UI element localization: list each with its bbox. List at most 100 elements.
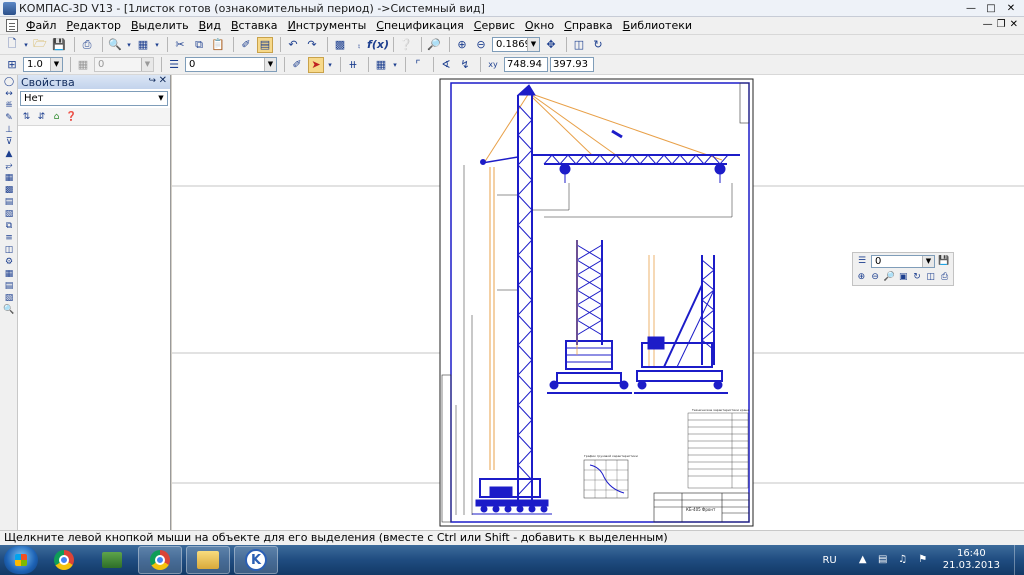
geometry-icon[interactable]: ◯ — [3, 77, 15, 87]
sort-category-icon[interactable]: ⇵ — [35, 110, 48, 123]
manager-library-icon[interactable]: ▩ — [332, 37, 348, 53]
zoom-out-icon[interactable]: ⊖ — [870, 271, 881, 283]
chevron-down-icon[interactable]: ▼ — [264, 58, 276, 71]
editing-icon[interactable]: ✎ — [3, 113, 15, 123]
help-icon[interactable]: ❓ — [65, 110, 78, 123]
coord-y-field[interactable]: 397.93 — [550, 57, 594, 72]
save-icon[interactable]: 💾 — [51, 37, 67, 53]
attributes-icon[interactable]: ⧉ — [3, 221, 15, 231]
task-chrome-window[interactable] — [138, 546, 182, 574]
sort-alpha-icon[interactable]: ⇅ — [20, 110, 33, 123]
doc-minimize-icon[interactable]: — — [983, 19, 993, 30]
refresh-icon[interactable]: ↻ — [912, 271, 923, 283]
reports-icon[interactable]: ▦ — [3, 173, 15, 183]
variables-icon[interactable]: ⨾ — [351, 37, 367, 53]
flag-icon[interactable]: ⚑ — [917, 554, 929, 566]
insert-icon[interactable]: ▩ — [3, 185, 15, 195]
document-icon[interactable] — [6, 19, 18, 32]
language-indicator[interactable]: RU — [822, 555, 836, 566]
menu-item-help[interactable]: Справка — [564, 19, 612, 32]
text-icon[interactable]: ▧ — [3, 293, 15, 303]
task-mail[interactable] — [90, 546, 134, 574]
task-chrome-pinned[interactable] — [42, 546, 86, 574]
measure-icon[interactable]: ⊽ — [3, 137, 15, 147]
layers-icon[interactable]: ☰ — [856, 255, 868, 267]
drawing-canvas[interactable]: Технические характеристики крана График … — [172, 75, 1024, 530]
snap-binding-icon[interactable]: ➤ — [308, 56, 324, 73]
zoom-window-icon[interactable]: 🔎 — [426, 37, 442, 53]
zoom-in-icon[interactable]: ⊕ — [856, 271, 867, 283]
step-combo[interactable]: 0 ▼ — [94, 57, 154, 72]
chevron-down-icon[interactable]: ▼ — [50, 58, 62, 71]
chevron-down-icon[interactable]: ▼ — [922, 255, 934, 267]
menu-item-editor[interactable]: Редактор — [66, 19, 121, 32]
object-select[interactable]: Нет ▼ — [20, 91, 168, 106]
zoom-out-icon[interactable]: ⊖ — [473, 37, 489, 53]
clock[interactable]: 16:40 21.03.2013 — [943, 548, 1000, 572]
task-kompas[interactable]: K — [234, 546, 278, 574]
print-preview-icon[interactable]: ⎙ — [939, 271, 950, 283]
previous-view-icon[interactable]: ↻ — [590, 37, 606, 53]
menu-item-service[interactable]: Сервис — [474, 19, 515, 32]
format-copy-icon[interactable]: ✐ — [238, 37, 254, 53]
menu-item-window[interactable]: Окно — [525, 19, 554, 32]
coordinates-icon[interactable]: xy — [485, 57, 501, 73]
spec-icon[interactable]: ⥂ — [3, 161, 15, 171]
menu-item-view[interactable]: Вид — [199, 19, 221, 32]
open-folder-icon[interactable]: 🗁 — [32, 37, 48, 53]
new-document-icon[interactable]: 🗋 — [4, 37, 20, 53]
coord-x-field[interactable]: 748.94 — [504, 57, 548, 72]
library-icon[interactable]: ◫ — [3, 245, 15, 255]
preview-icon[interactable]: 🔍 — [107, 37, 123, 53]
menu-item-specification[interactable]: Спецификация — [376, 19, 463, 32]
dropdown-arrow-icon[interactable]: ▾ — [392, 57, 398, 73]
dropdown-arrow-icon[interactable]: ▾ — [126, 37, 132, 53]
save-icon[interactable]: 💾 — [938, 255, 950, 267]
function-icon[interactable]: f(x) — [367, 37, 389, 53]
dropdown-arrow-icon[interactable]: ▾ — [327, 57, 333, 73]
maximize-icon[interactable]: □ — [982, 1, 1000, 15]
paste-icon[interactable]: 📋 — [210, 37, 226, 53]
cursor-step-icon[interactable]: ▦ — [75, 57, 91, 73]
zoom-scale-combo[interactable]: 0.1869 ▼ — [492, 37, 540, 52]
task-explorer[interactable] — [186, 546, 230, 574]
show-all-icon[interactable]: ◫ — [925, 271, 936, 283]
help-pointer-icon[interactable]: ❔ — [398, 37, 414, 53]
fragment-icon[interactable]: ▤ — [3, 197, 15, 207]
scale-combo[interactable]: 1.0 ▼ — [23, 57, 63, 72]
local-cs-icon[interactable]: ⧺ — [345, 57, 361, 73]
pan-icon[interactable]: ✥ — [543, 37, 559, 53]
menu-item-tools[interactable]: Инструменты — [288, 19, 367, 32]
float-layer-combo[interactable]: 0 ▼ — [871, 254, 935, 268]
network-icon[interactable]: ▤ — [877, 554, 889, 566]
doc-restore-icon[interactable]: ❐ — [997, 19, 1006, 30]
cut-icon[interactable]: ✂ — [172, 37, 188, 53]
select-icon[interactable]: ▲ — [3, 149, 15, 159]
parameters-icon[interactable]: ✐ — [289, 57, 305, 73]
menu-item-select[interactable]: Выделить — [131, 19, 189, 32]
layer-icon[interactable]: ☰ — [166, 57, 182, 73]
menu-item-libraries[interactable]: Библиотеки — [623, 19, 692, 32]
variables-icon[interactable]: ≡ — [3, 233, 15, 243]
dimensions-icon[interactable]: ↔ — [3, 89, 15, 99]
chevron-down-icon[interactable]: ▼ — [155, 92, 167, 105]
print-icon[interactable]: ⎙ — [79, 37, 95, 53]
show-desktop-button[interactable] — [1014, 545, 1024, 575]
chevron-down-icon[interactable]: ▼ — [527, 38, 539, 51]
menu-item-file[interactable]: Файл — [26, 19, 56, 32]
copy-icon[interactable]: ⧉ — [191, 37, 207, 53]
round-icon[interactable]: ↯ — [457, 57, 473, 73]
refresh-image-icon[interactable]: ◫ — [571, 37, 587, 53]
show-hidden-icon[interactable]: ▲ — [857, 554, 869, 566]
layer-combo[interactable]: 0 ▼ — [185, 57, 277, 72]
orthogonal-icon[interactable]: ∢ — [438, 57, 454, 73]
zoom-all-icon[interactable]: ▣ — [898, 271, 909, 283]
grid-step-icon[interactable]: ⊞ — [4, 57, 20, 73]
redo-icon[interactable]: ↷ — [304, 37, 320, 53]
menu-item-insert[interactable]: Вставка — [231, 19, 278, 32]
volume-icon[interactable]: ♫ — [897, 554, 909, 566]
zoom-window-icon[interactable]: 🔎 — [884, 271, 895, 283]
views-icon[interactable]: ▧ — [3, 209, 15, 219]
ortho-mode-icon[interactable]: ⌜ — [410, 57, 426, 73]
layout-icon[interactable]: ▦ — [3, 269, 15, 279]
